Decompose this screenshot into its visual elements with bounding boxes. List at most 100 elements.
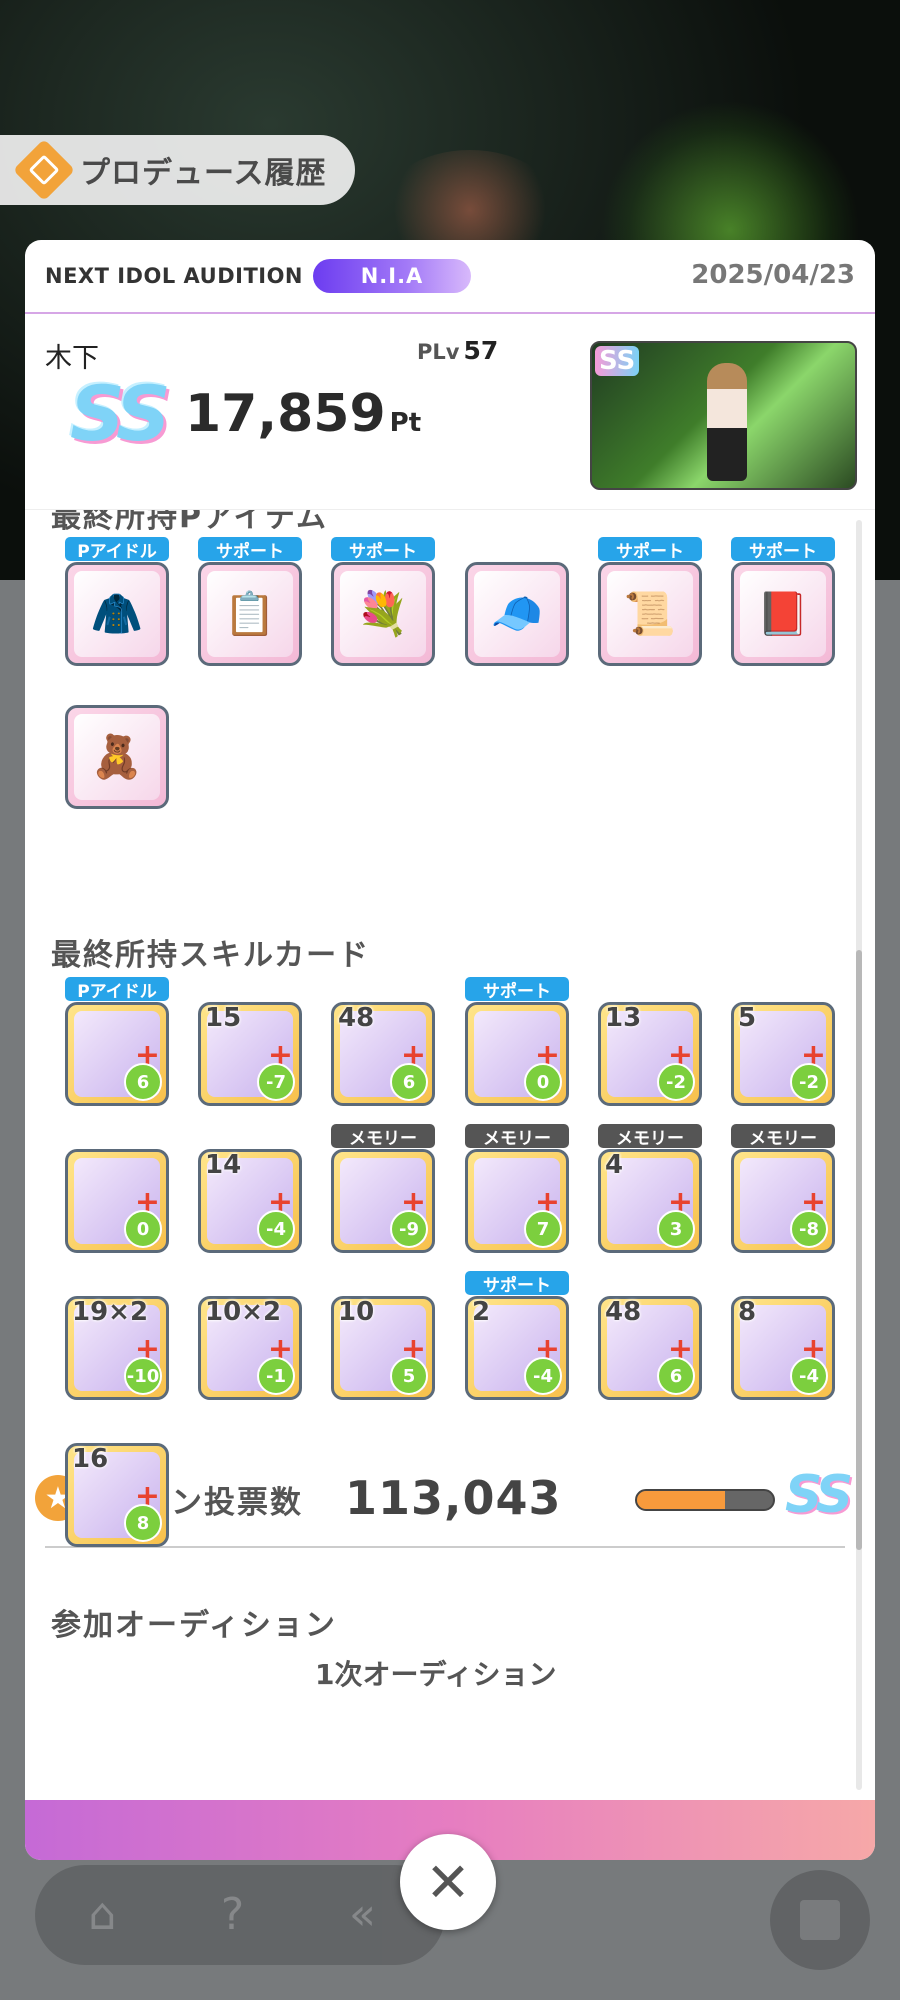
- skill-card[interactable]: +0: [65, 1149, 169, 1253]
- fan-votes-bar-fill: [637, 1491, 726, 1509]
- skill-card-cost: 8: [124, 1504, 162, 1542]
- skill-card[interactable]: + -9: [331, 1149, 435, 1253]
- skill-card-cost: 5: [390, 1357, 428, 1395]
- skill-card[interactable]: +7: [465, 1149, 569, 1253]
- skill-card-cost: -2: [657, 1063, 695, 1101]
- p-item-tag: サポート: [598, 537, 702, 562]
- skill-card-cost: -4: [257, 1210, 295, 1248]
- close-button[interactable]: ✕: [400, 1834, 496, 1930]
- figure-icon: 🧸: [74, 714, 160, 800]
- produce-history-header: プロデュース履歴: [0, 135, 355, 205]
- skill-card-cost: -1: [257, 1357, 295, 1395]
- skill-card-cost: 3: [657, 1210, 695, 1248]
- p-item-tag: サポート: [731, 537, 835, 562]
- skill-card-level: 4: [605, 1150, 624, 1180]
- skill-card-cost: 6: [390, 1063, 428, 1101]
- skill-card[interactable]: 14 + -4: [198, 1149, 302, 1253]
- skill-card-cost: 0: [124, 1210, 162, 1248]
- cap-icon: 🧢: [474, 571, 560, 657]
- skill-card-cost: -10: [124, 1357, 162, 1395]
- skill-card[interactable]: 8 + -4: [731, 1296, 835, 1400]
- fan-votes-value: 113,043: [345, 1471, 562, 1525]
- skill-card-level: 8: [738, 1297, 757, 1327]
- skill-card-cost: 7: [524, 1210, 562, 1248]
- skill-card[interactable]: 10 +5: [331, 1296, 435, 1400]
- skill-card-level: 10×2: [205, 1297, 282, 1327]
- p-item[interactable]: 🧥: [65, 562, 169, 666]
- idol-figure-icon: [707, 363, 747, 481]
- p-item[interactable]: 🧸: [65, 705, 169, 809]
- rank-badge: SS: [70, 369, 171, 458]
- skill-card[interactable]: 48 +6: [331, 1002, 435, 1106]
- skill-card-cost: -4: [790, 1357, 828, 1395]
- skill-card[interactable]: + -8: [731, 1149, 835, 1253]
- p-item-tag: サポート: [331, 537, 435, 562]
- skill-card-cost: -2: [790, 1063, 828, 1101]
- skill-card-level: 13: [605, 1003, 642, 1033]
- history-panel: NEXT IDOL AUDITION N.I.A 2025/04/23 木下 P…: [25, 240, 875, 1860]
- skill-card[interactable]: 48 +6: [598, 1296, 702, 1400]
- produce-summary: 木下 PLv 57 SS 17,859 Pt SS: [25, 314, 875, 510]
- skill-card-level: 48: [605, 1297, 642, 1327]
- skill-card[interactable]: 16 +8: [65, 1443, 169, 1547]
- skill-card[interactable]: +6: [65, 1002, 169, 1106]
- skill-card[interactable]: 4 +3: [598, 1149, 702, 1253]
- skill-card-tag: メモリー: [331, 1124, 435, 1149]
- skill-card[interactable]: 15 + -7: [198, 1002, 302, 1106]
- flower-card-icon: 💐: [340, 571, 426, 657]
- skill-card[interactable]: 5 + -2: [731, 1002, 835, 1106]
- skill-card[interactable]: 10×2 + -1: [198, 1296, 302, 1400]
- audition-header: NEXT IDOL AUDITION N.I.A 2025/04/23: [25, 240, 875, 314]
- skill-card-tag: メモリー: [731, 1124, 835, 1149]
- skill-card-cost: -4: [524, 1357, 562, 1395]
- p-items-title: 最終所持Pアイテム: [51, 510, 328, 535]
- p-item-tag: Pアイドル: [65, 537, 169, 562]
- skill-card-level: 14: [205, 1150, 242, 1180]
- skill-card-level: 5: [738, 1003, 757, 1033]
- producer-level: PLv 57: [417, 336, 499, 365]
- help-icon[interactable]: ?: [205, 1890, 260, 1940]
- thumb-rank-badge: SS: [595, 346, 640, 376]
- p-item[interactable]: 📋: [198, 562, 302, 666]
- p-item[interactable]: 💐: [331, 562, 435, 666]
- skill-card-level: 16: [72, 1444, 109, 1474]
- skill-card-level: 19×2: [72, 1297, 149, 1327]
- menu-button[interactable]: [770, 1870, 870, 1970]
- fan-votes-bar: [635, 1489, 775, 1511]
- skill-card-level: 15: [205, 1003, 242, 1033]
- skill-card[interactable]: 13 + -2: [598, 1002, 702, 1106]
- skill-card-tag: Pアイドル: [65, 977, 169, 1002]
- jacket-icon: 🧥: [74, 571, 160, 657]
- audition-badge: N.I.A: [313, 259, 472, 293]
- skill-card-tag: サポート: [465, 1271, 569, 1296]
- skill-card[interactable]: +0: [465, 1002, 569, 1106]
- p-item[interactable]: 📜: [598, 562, 702, 666]
- score: 17,859 Pt: [185, 384, 422, 444]
- skill-card-cost: 6: [657, 1357, 695, 1395]
- skill-card[interactable]: 2 + -4: [465, 1296, 569, 1400]
- skill-card-cost: -8: [790, 1210, 828, 1248]
- book-icon: 📕: [740, 571, 826, 657]
- bottom-nav: ⌂ ? «: [35, 1865, 445, 1965]
- skill-card-tag: メモリー: [598, 1124, 702, 1149]
- home-icon[interactable]: ⌂: [75, 1890, 130, 1940]
- history-scroll-area[interactable]: 最終所持Pアイテム 最終所持スキルカード ★ ファン投票数 113,043 SS…: [25, 510, 875, 1860]
- divider: [45, 1546, 845, 1548]
- skill-card-cost: -9: [390, 1210, 428, 1248]
- page-title: プロデュース履歴: [80, 156, 327, 191]
- back-icon[interactable]: «: [335, 1890, 390, 1940]
- skill-card[interactable]: 19×2 + -10: [65, 1296, 169, 1400]
- skill-card-level: 2: [472, 1297, 491, 1327]
- idol-thumbnail[interactable]: SS: [590, 341, 857, 490]
- document-icon: 📋: [207, 571, 293, 657]
- p-item-tag: サポート: [198, 537, 302, 562]
- skill-card-tag: メモリー: [465, 1124, 569, 1149]
- skill-card-tag: サポート: [465, 977, 569, 1002]
- skill-cards-title: 最終所持スキルカード: [51, 938, 371, 973]
- p-item[interactable]: 📕: [731, 562, 835, 666]
- skill-card-level: 10: [338, 1297, 375, 1327]
- audition-label: NEXT IDOL AUDITION: [45, 264, 304, 288]
- p-item[interactable]: 🧢: [465, 562, 569, 666]
- history-date: 2025/04/23: [691, 260, 855, 290]
- skill-card-cost: 6: [124, 1063, 162, 1101]
